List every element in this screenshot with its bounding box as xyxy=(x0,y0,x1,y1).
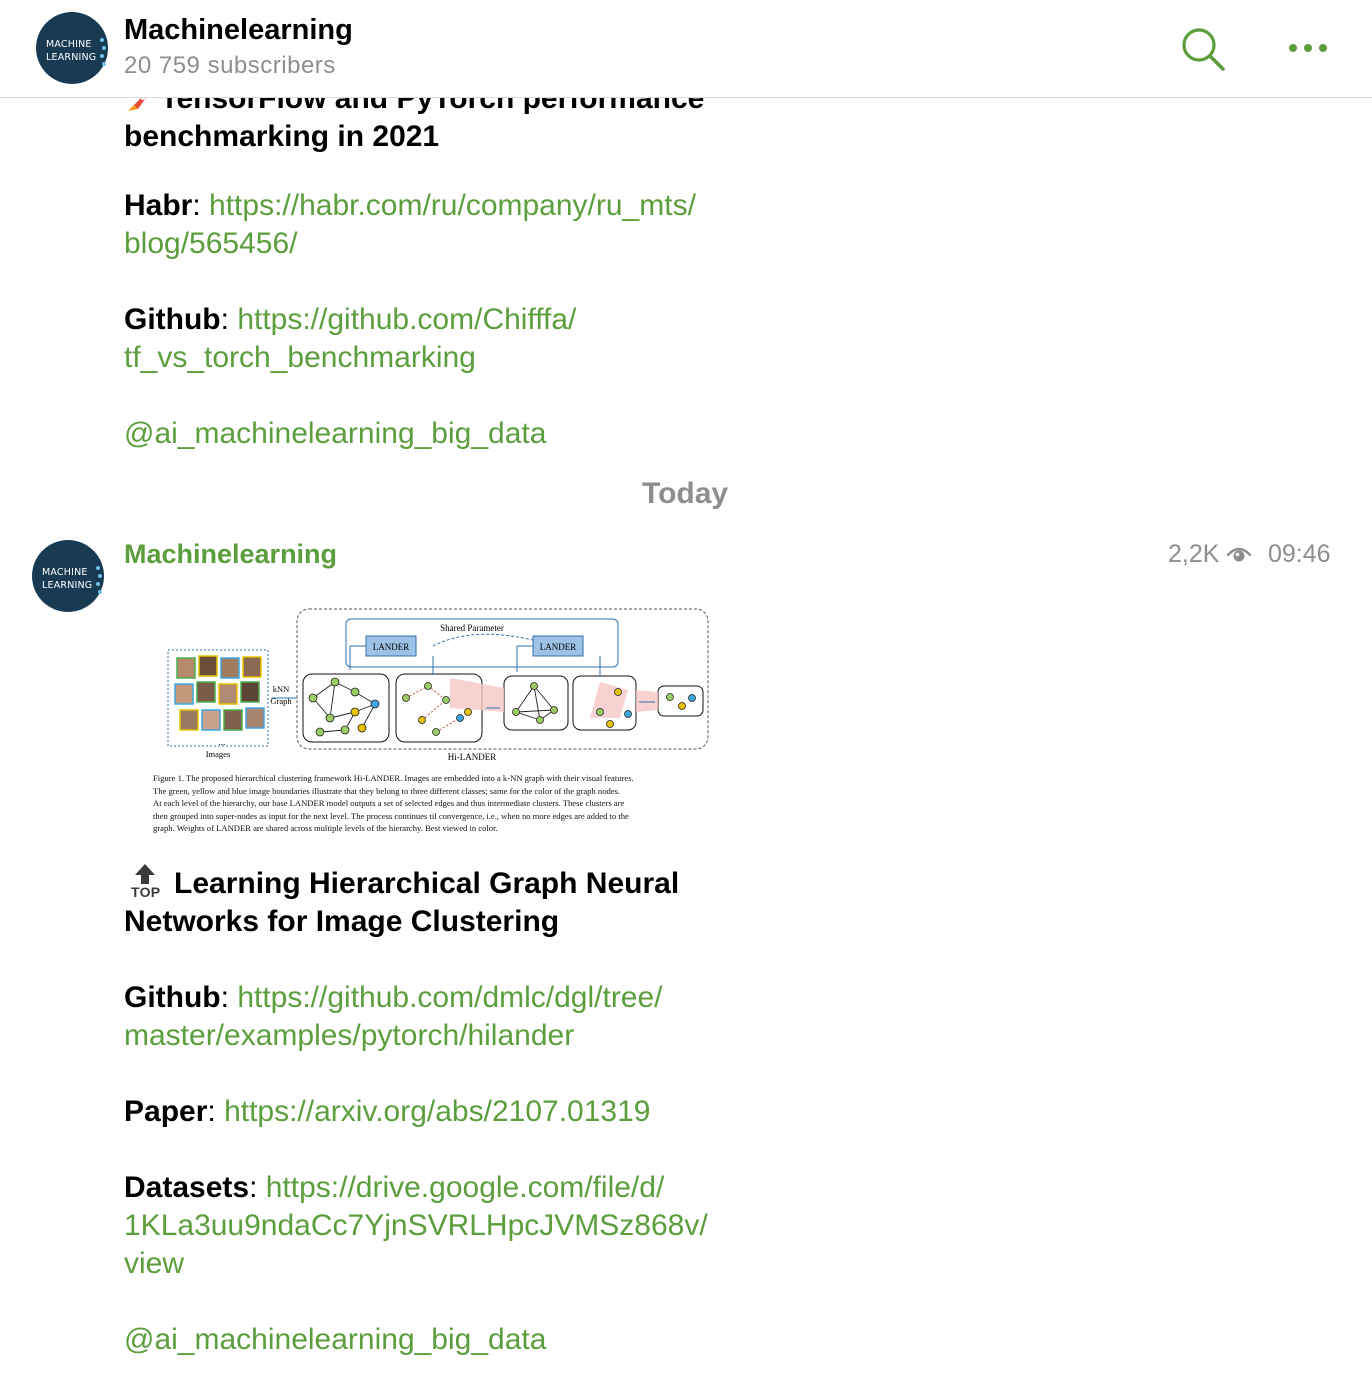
mention-link-2[interactable]: @ai_machinelearning_big_data xyxy=(124,1321,546,1359)
habr-link-cont[interactable]: blog/565456/ xyxy=(124,227,298,260)
github-link-cont[interactable]: tf_vs_torch_benchmarking xyxy=(124,341,476,374)
sender-avatar[interactable]: MACHINE LEARNING xyxy=(32,540,104,612)
datasets-link-cont[interactable]: 1KLa3uu9ndaCc7YjnSVRLHpcJVMSz868v/ xyxy=(124,1209,708,1242)
more-button[interactable] xyxy=(1284,34,1332,62)
github-link-2-cont[interactable]: master/examples/pytorch/hilander xyxy=(124,1019,574,1052)
attached-image[interactable]: Shared Parameter LANDER LANDER ... Image… xyxy=(150,600,728,836)
paper-link[interactable]: https://arxiv.org/abs/2107.01319 xyxy=(224,1095,650,1128)
sender-name[interactable]: Machinelearning xyxy=(124,539,337,570)
search-button[interactable] xyxy=(1178,24,1228,74)
search-icon xyxy=(1182,28,1225,71)
eye-icon xyxy=(1226,543,1252,565)
message-time: 09:46 xyxy=(1268,540,1331,568)
subscriber-count: 20 759 subscribers xyxy=(124,52,336,79)
paper-label: Paper xyxy=(124,1095,208,1128)
habr-line: Habr: https://habr.com/ru/company/ru_mts… xyxy=(124,189,696,260)
datasets-link-cont-2[interactable]: view xyxy=(124,1247,184,1280)
chat-header: MACHINE LEARNING Machinelearning 20 759 … xyxy=(0,0,1372,98)
knn-label-1: kNN xyxy=(273,684,290,694)
github-link-2[interactable]: https://github.com/dmlc/dgl/tree/ xyxy=(237,981,662,1014)
channel-avatar[interactable]: MACHINE LEARNING xyxy=(36,12,108,84)
github-line-2: Github: https://github.com/dmlc/dgl/tree… xyxy=(124,981,663,1052)
images-label: Images xyxy=(206,749,231,759)
post-2-title-line1: Learning Hierarchical Graph Neural xyxy=(174,867,680,900)
datasets-line: Datasets: https://drive.google.com/file/… xyxy=(124,1171,708,1280)
top-arrow-icon: TOP xyxy=(130,862,160,900)
hilander-label: Hi-LANDER xyxy=(448,752,497,762)
paper-line: Paper: https://arxiv.org/abs/2107.01319 xyxy=(124,1095,651,1128)
github-label-2: Github xyxy=(124,981,221,1014)
habr-label: Habr xyxy=(124,189,193,222)
hilander-diagram: Shared Parameter LANDER LANDER ... Image… xyxy=(167,608,709,762)
lander-right-label: LANDER xyxy=(540,642,577,652)
datasets-label: Datasets xyxy=(124,1171,250,1204)
more-icon xyxy=(1289,44,1327,52)
datasets-link[interactable]: https://drive.google.com/file/d/ xyxy=(266,1171,665,1204)
habr-link[interactable]: https://habr.com/ru/company/ru_mts/ xyxy=(209,189,696,222)
shared-parameter-label: Shared Parameter xyxy=(440,623,504,633)
github-link[interactable]: https://github.com/Chifffa/ xyxy=(237,303,576,336)
channel-title[interactable]: Machinelearning xyxy=(124,14,353,47)
figure-caption: Figure 1. The proposed hierarchical clus… xyxy=(153,773,634,834)
post-2-title-line2: Networks for Image Clustering xyxy=(124,905,560,938)
lander-left-label: LANDER xyxy=(373,642,410,652)
mention-link-1[interactable]: @ai_machinelearning_big_data xyxy=(124,415,546,453)
svg-text:...: ... xyxy=(219,737,226,747)
date-separator: Today xyxy=(642,477,729,510)
github-label: Github xyxy=(124,303,221,336)
github-line-1: Github: https://github.com/Chifffa/ tf_v… xyxy=(124,303,577,374)
view-count: 2,2K xyxy=(1168,540,1220,568)
